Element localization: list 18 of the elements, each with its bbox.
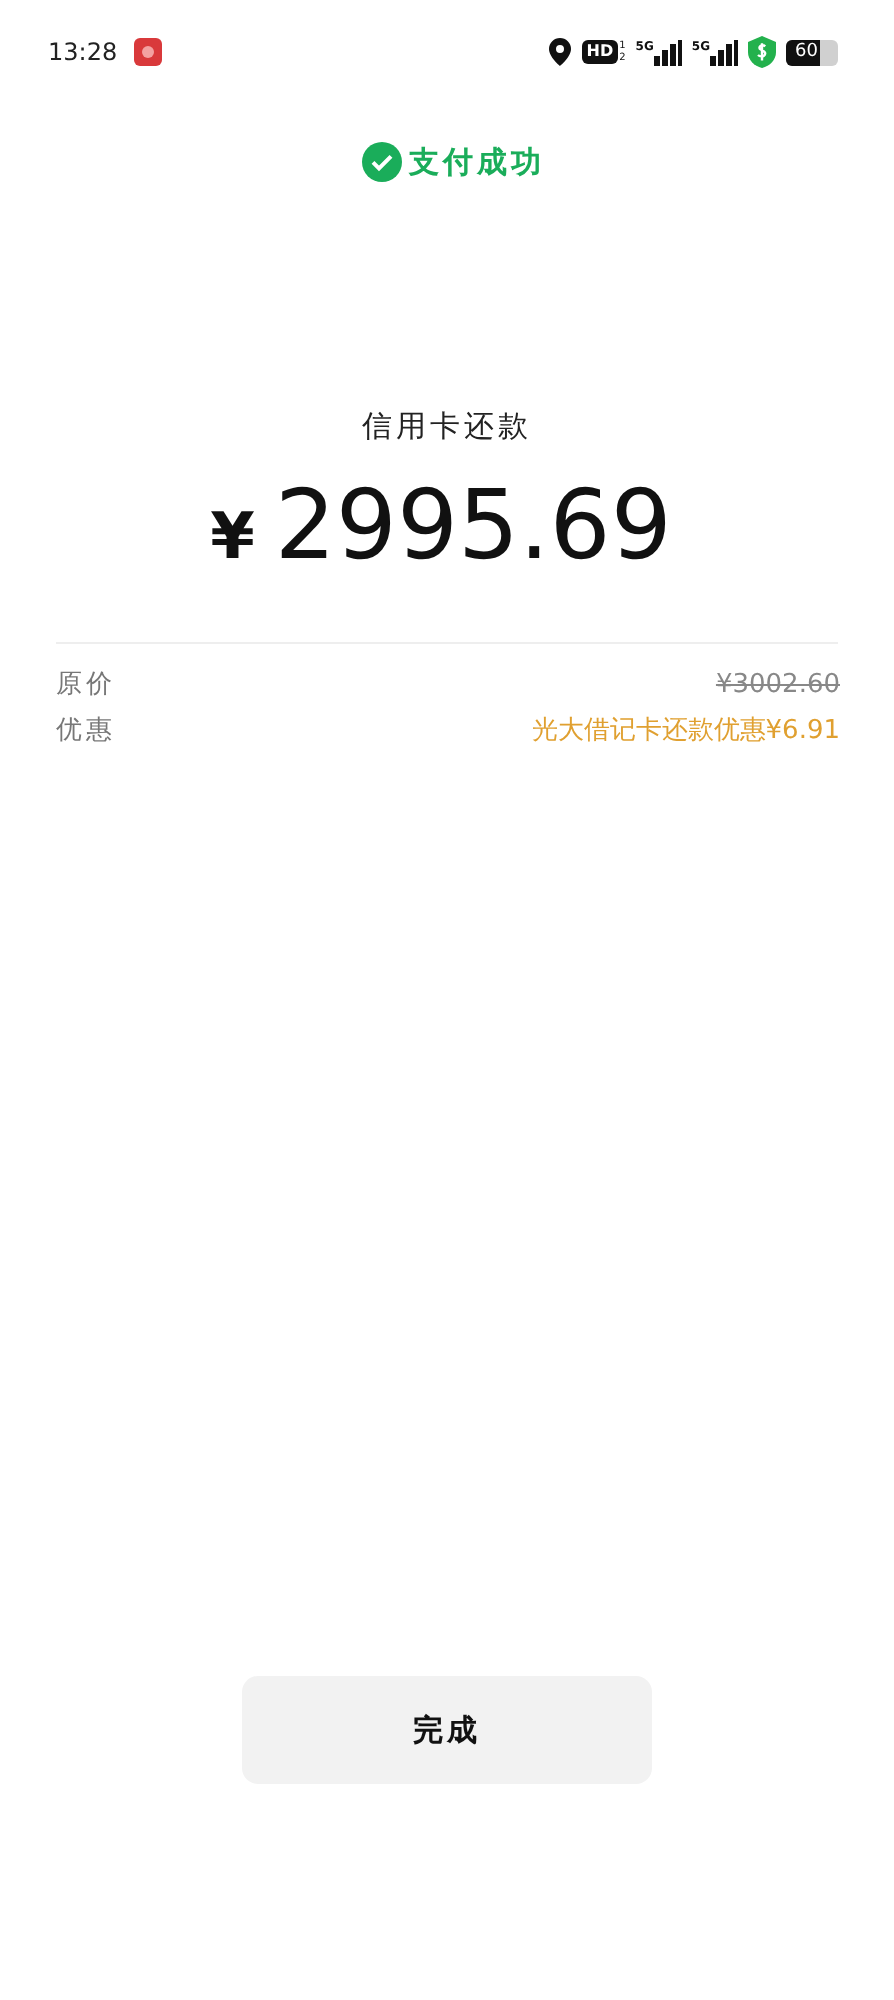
detail-label: 优惠: [56, 714, 116, 748]
original-price: ¥3002.60: [715, 668, 840, 702]
discount-value: 光大借记卡还款优惠¥6.91: [531, 714, 840, 748]
battery-icon: 60: [786, 39, 838, 65]
payment-amount: 2995.69: [274, 470, 672, 582]
clock-time: 13:28: [48, 38, 118, 66]
app-icon: [133, 38, 162, 66]
payment-status: 支付成功: [409, 143, 545, 181]
detail-label: 原价: [56, 668, 116, 702]
shield-icon: [748, 36, 776, 68]
location-icon: [548, 38, 573, 66]
signal-icon: [710, 39, 738, 65]
signal-icon: [653, 39, 682, 65]
payment-title: 信用卡还款: [360, 408, 534, 446]
hd-badge: HD: [582, 40, 618, 64]
currency-symbol: ¥: [210, 498, 255, 574]
done-button[interactable]: 完成: [242, 1676, 652, 1784]
check-circle-icon: [361, 142, 401, 182]
